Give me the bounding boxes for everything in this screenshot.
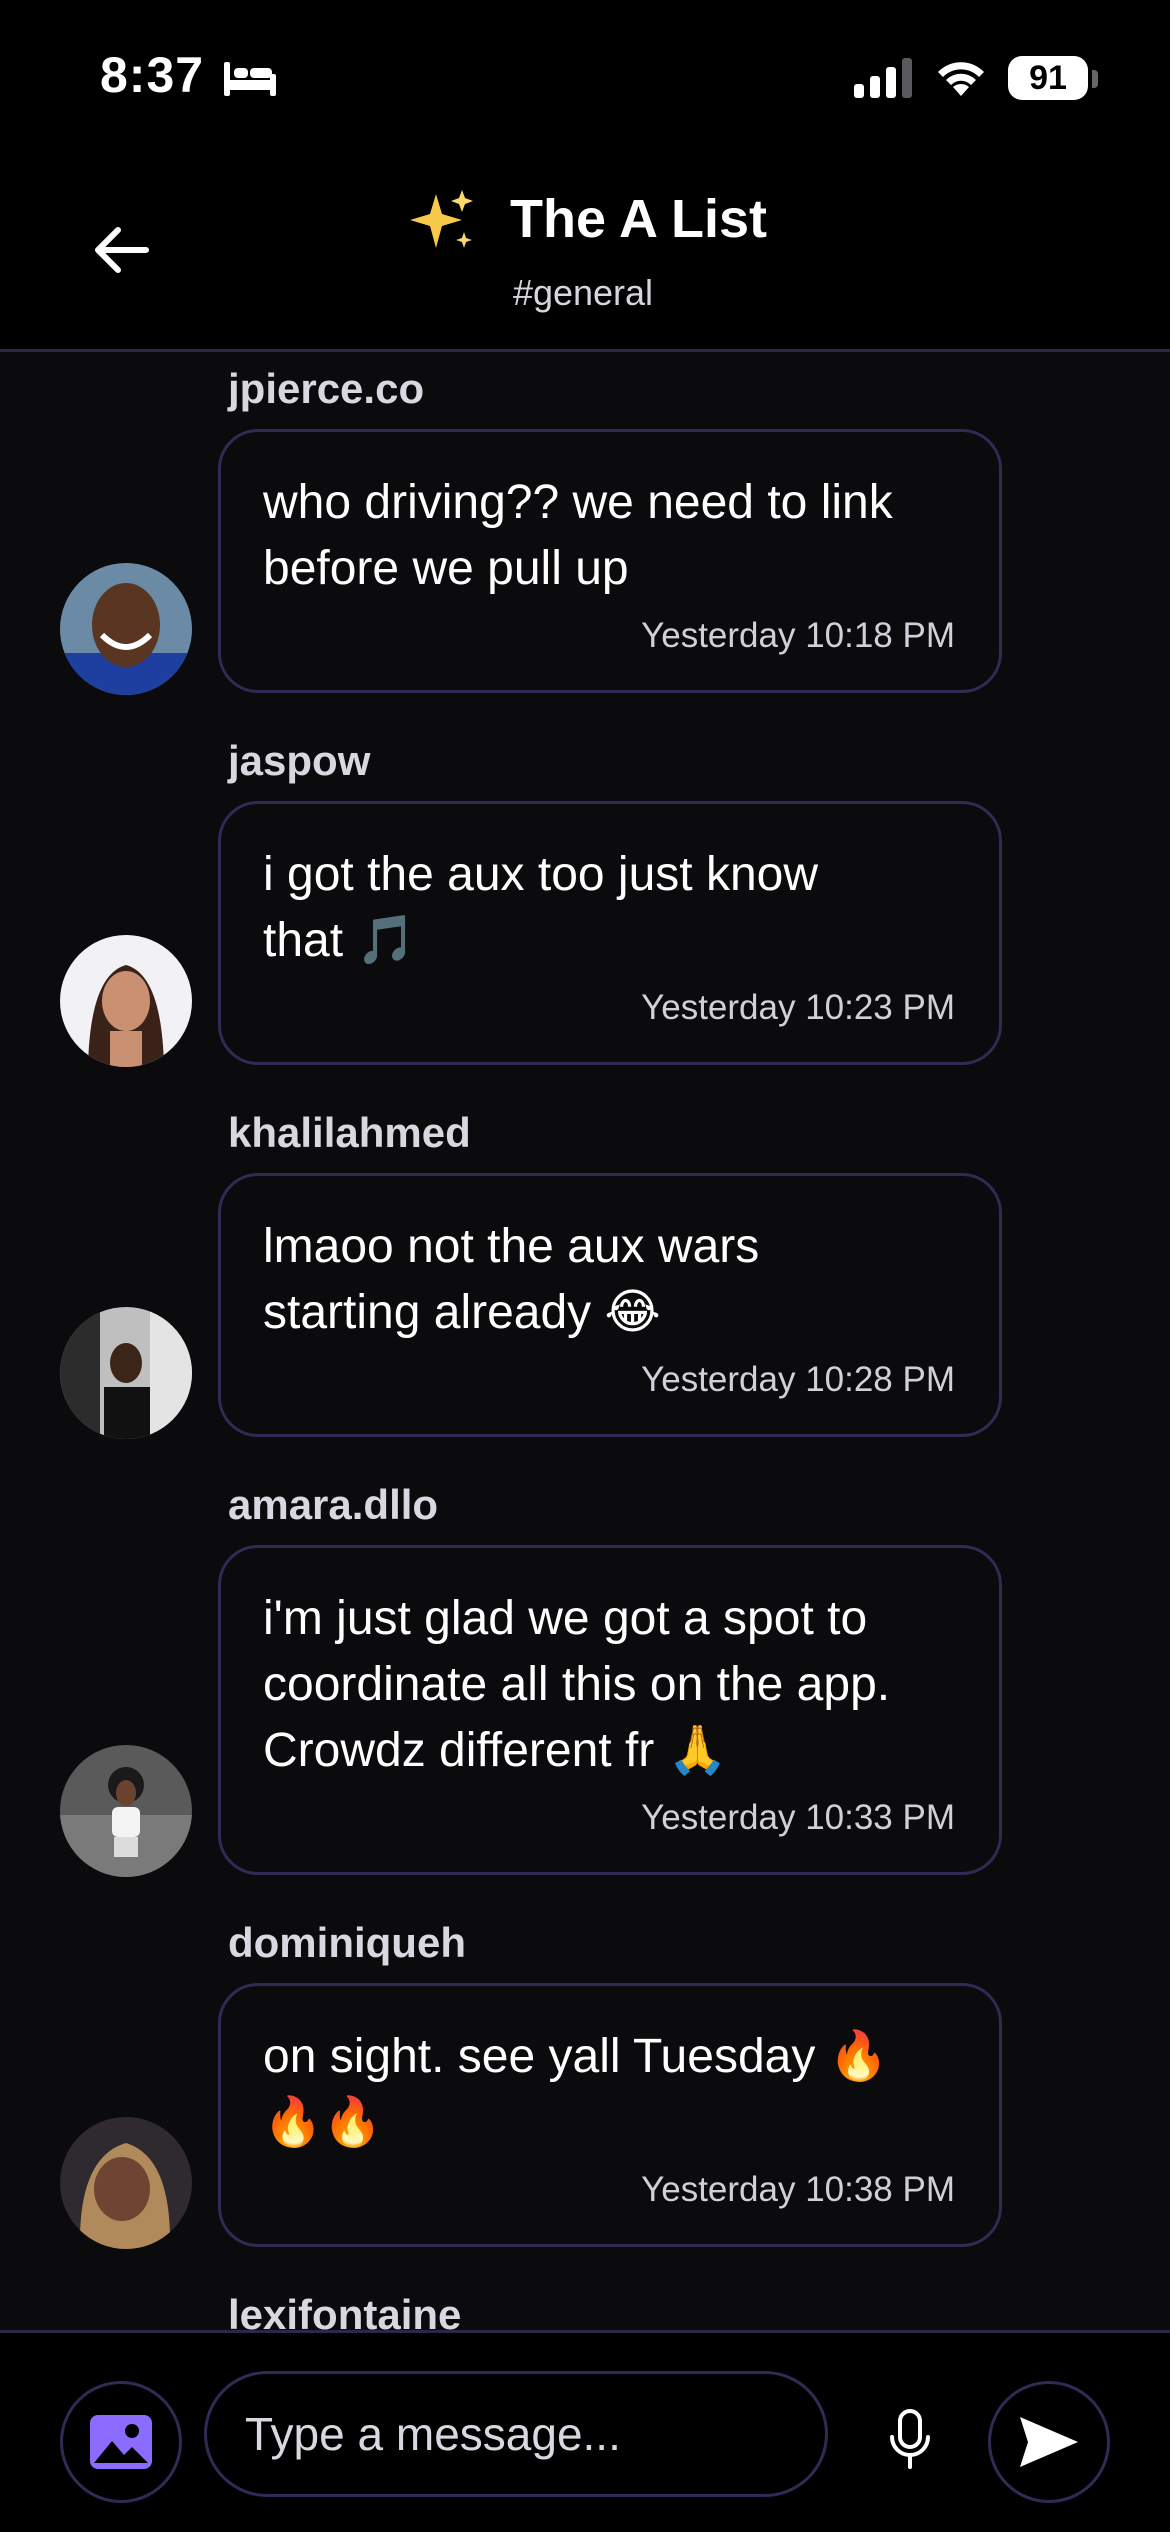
message-timestamp: Yesterday 10:18 PM <box>641 616 955 655</box>
message-line: that 🎵 <box>263 914 417 967</box>
message-bubble[interactable]: lmaoo not the aux wars starting already … <box>218 1173 1002 1437</box>
avatar[interactable] <box>60 935 192 1067</box>
message-username[interactable]: jaspow <box>228 737 370 785</box>
message-text: i got the aux too just know that 🎵 <box>263 842 963 974</box>
message-bubble[interactable]: i got the aux too just know that 🎵 Yeste… <box>218 801 1002 1065</box>
message-line: before we pull up <box>263 542 629 595</box>
message-bubble[interactable]: who driving?? we need to link before we … <box>218 429 1002 693</box>
avatar[interactable] <box>60 563 192 695</box>
message-text: lmaoo not the aux wars starting already … <box>263 1214 963 1346</box>
battery-level: 91 <box>1008 56 1088 100</box>
attach-photo-button[interactable] <box>60 2381 182 2503</box>
arrow-left-icon <box>95 227 149 273</box>
image-icon <box>90 2415 152 2469</box>
message-timestamp: Yesterday 10:23 PM <box>641 988 955 1027</box>
chat-screen: 8:37 91 The A List #general jpierce.co w… <box>0 0 1170 2532</box>
message-line: 🔥🔥 <box>263 2096 383 2149</box>
message-username[interactable]: jpierce.co <box>228 365 424 413</box>
message-username[interactable]: lexifontaine <box>228 2291 461 2330</box>
message-text: who driving?? we need to link before we … <box>263 470 963 602</box>
message-username[interactable]: khalilahmed <box>228 1109 471 1157</box>
message-line: coordinate all this on the app. <box>263 1658 891 1711</box>
message-list[interactable]: jpierce.co who driving?? we need to link… <box>0 355 1170 2330</box>
message-line: on sight. see yall Tuesday 🔥 <box>263 2030 889 2083</box>
send-button[interactable] <box>988 2381 1110 2503</box>
message-bubble[interactable]: on sight. see yall Tuesday 🔥 🔥🔥 Yesterda… <box>218 1983 1002 2247</box>
message-composer <box>0 2330 1170 2532</box>
avatar[interactable] <box>60 2117 192 2249</box>
bed-icon <box>224 62 276 96</box>
chat-title: The A List <box>510 189 768 249</box>
wifi-icon <box>938 62 984 96</box>
microphone-button[interactable] <box>880 2395 940 2485</box>
message-line: i'm just glad we got a spot to <box>263 1592 868 1645</box>
message-line: who driving?? we need to link <box>263 476 893 529</box>
signal-icon <box>854 58 912 98</box>
message-line: Crowdz different fr 🙏 <box>263 1724 728 1777</box>
status-time: 8:37 <box>100 47 205 103</box>
avatar[interactable] <box>60 1745 192 1877</box>
message-line: i got the aux too just know <box>263 848 818 901</box>
message-input[interactable] <box>204 2371 828 2497</box>
message-username[interactable]: dominiqueh <box>228 1919 466 1967</box>
avatar[interactable] <box>60 1307 192 1439</box>
message-timestamp: Yesterday 10:33 PM <box>641 1798 955 1837</box>
channel-name: #general <box>512 272 654 313</box>
chat-header: The A List #general <box>0 150 1170 352</box>
message-line: starting already 😂 <box>263 1286 661 1339</box>
message-text: i'm just glad we got a spot to coordinat… <box>263 1586 963 1784</box>
battery-cap <box>1092 70 1098 88</box>
message-timestamp: Yesterday 10:38 PM <box>641 2170 955 2209</box>
message-text: on sight. see yall Tuesday 🔥 🔥🔥 <box>263 2024 963 2156</box>
send-icon <box>1020 2417 1078 2467</box>
message-bubble[interactable]: i'm just glad we got a spot to coordinat… <box>218 1545 1002 1875</box>
message-line: lmaoo not the aux wars <box>263 1220 760 1273</box>
sparkles-icon <box>406 186 478 258</box>
message-username[interactable]: amara.dllo <box>228 1481 438 1529</box>
message-timestamp: Yesterday 10:28 PM <box>641 1360 955 1399</box>
microphone-icon <box>890 2409 930 2469</box>
status-bar: 8:37 91 <box>0 0 1170 150</box>
